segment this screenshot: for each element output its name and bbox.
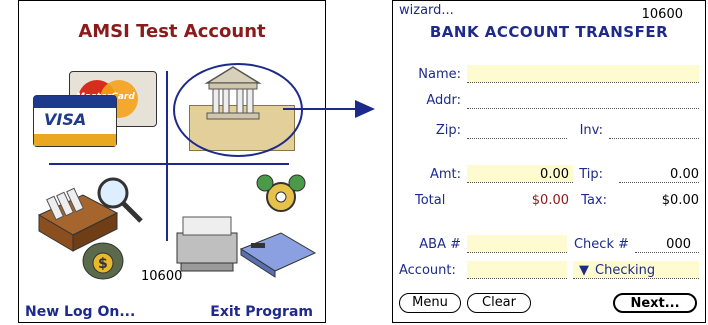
form-title: BANK ACCOUNT TRANSFER — [429, 23, 669, 41]
quadrant-divider-horizontal — [49, 163, 289, 165]
exit-program-button[interactable]: Exit Program — [210, 304, 313, 320]
main-menu-screen: AMSI Test Account MasterCard VISA — [18, 0, 326, 323]
bank-transfer-screen: wizard... 10600 BANK ACCOUNT TRANSFER Na… — [392, 0, 706, 323]
aba-field[interactable] — [467, 235, 567, 253]
chevron-down-icon: ▼ — [579, 263, 589, 278]
name-label: Name: — [418, 67, 461, 82]
next-button[interactable]: Next... — [613, 293, 697, 313]
tax-label: Tax: — [581, 193, 607, 208]
svg-text:$: $ — [98, 256, 108, 272]
wizard-link[interactable]: wizard... — [399, 3, 454, 18]
log-id: 10600 — [141, 269, 183, 284]
check-value: 000 — [666, 237, 691, 252]
search-files-icon[interactable]: $ — [33, 173, 153, 283]
account-type-value: Checking — [595, 263, 656, 278]
inv-label: Inv: — [579, 123, 603, 138]
inv-field[interactable] — [609, 121, 699, 139]
name-field[interactable] — [467, 65, 699, 83]
addr-label: Addr: — [426, 93, 461, 108]
aba-label: ABA # — [419, 237, 461, 252]
transition-arrow-line — [283, 108, 355, 110]
account-id: 10600 — [641, 7, 683, 22]
tip-label: Tip: — [579, 167, 603, 182]
zip-field[interactable] — [467, 121, 567, 139]
account-title: AMSI Test Account — [78, 21, 266, 42]
account-label: Account: — [399, 263, 456, 278]
menu-button[interactable]: Menu — [399, 293, 461, 313]
check-label: Check # — [573, 237, 629, 252]
transition-arrow-icon — [355, 100, 375, 118]
printer-gears-icon[interactable] — [171, 173, 321, 283]
zip-label: Zip: — [435, 123, 461, 138]
visa-label: VISA — [44, 110, 87, 129]
tip-value: 0.00 — [670, 167, 699, 182]
tax-value: $0.00 — [661, 193, 699, 208]
amt-value: 0.00 — [540, 167, 569, 182]
selection-oval — [173, 63, 303, 157]
amt-label: Amt: — [429, 167, 461, 182]
visa-icon: VISA — [33, 95, 117, 147]
total-value: $0.00 — [531, 193, 569, 208]
addr-field[interactable] — [467, 91, 699, 109]
clear-button[interactable]: Clear — [467, 293, 531, 313]
total-label: Total — [415, 193, 446, 208]
account-field[interactable] — [467, 261, 567, 279]
quadrant-divider-vertical — [166, 71, 168, 241]
new-log-on-button[interactable]: New Log On... — [25, 304, 135, 320]
